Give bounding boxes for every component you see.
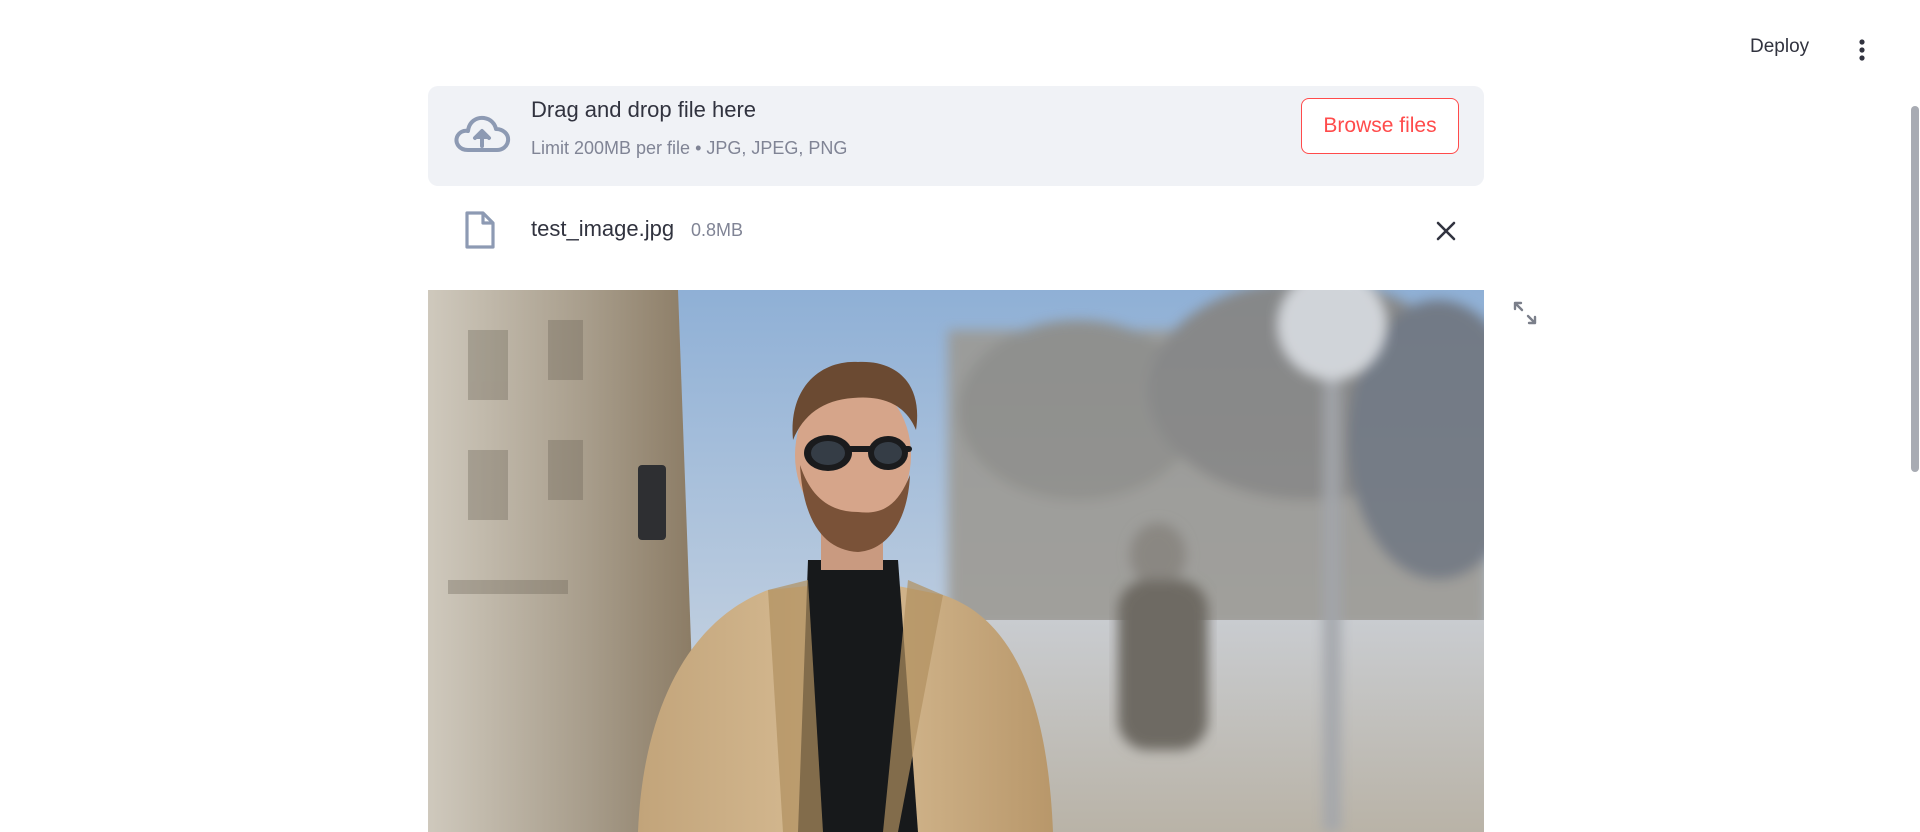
fullscreen-expand-icon[interactable] [1512, 300, 1538, 326]
uploaded-image [428, 290, 1484, 832]
kebab-menu-icon[interactable] [1850, 36, 1874, 64]
dropzone-title: Drag and drop file here [531, 97, 757, 122]
cloud-upload-icon [452, 106, 512, 166]
uploaded-file-row: test_image.jpg 0.8MB [428, 205, 1484, 261]
close-icon[interactable] [1433, 218, 1459, 244]
file-icon [464, 210, 496, 250]
browse-files-button[interactable]: Browse files [1301, 98, 1459, 154]
deploy-button[interactable]: Deploy [1750, 36, 1809, 58]
file-dropzone[interactable]: Drag and drop file here Limit 200MB per … [428, 86, 1484, 186]
streamlit-app: Deploy Drag and drop file here Limit 200… [0, 0, 1920, 832]
uploaded-file-size: 0.8MB [691, 220, 744, 240]
scrollbar-thumb[interactable] [1911, 106, 1919, 472]
uploaded-file-name: test_image.jpg [531, 216, 675, 241]
dropzone-limits: Limit 200MB per file • JPG, JPEG, PNG [531, 138, 848, 158]
